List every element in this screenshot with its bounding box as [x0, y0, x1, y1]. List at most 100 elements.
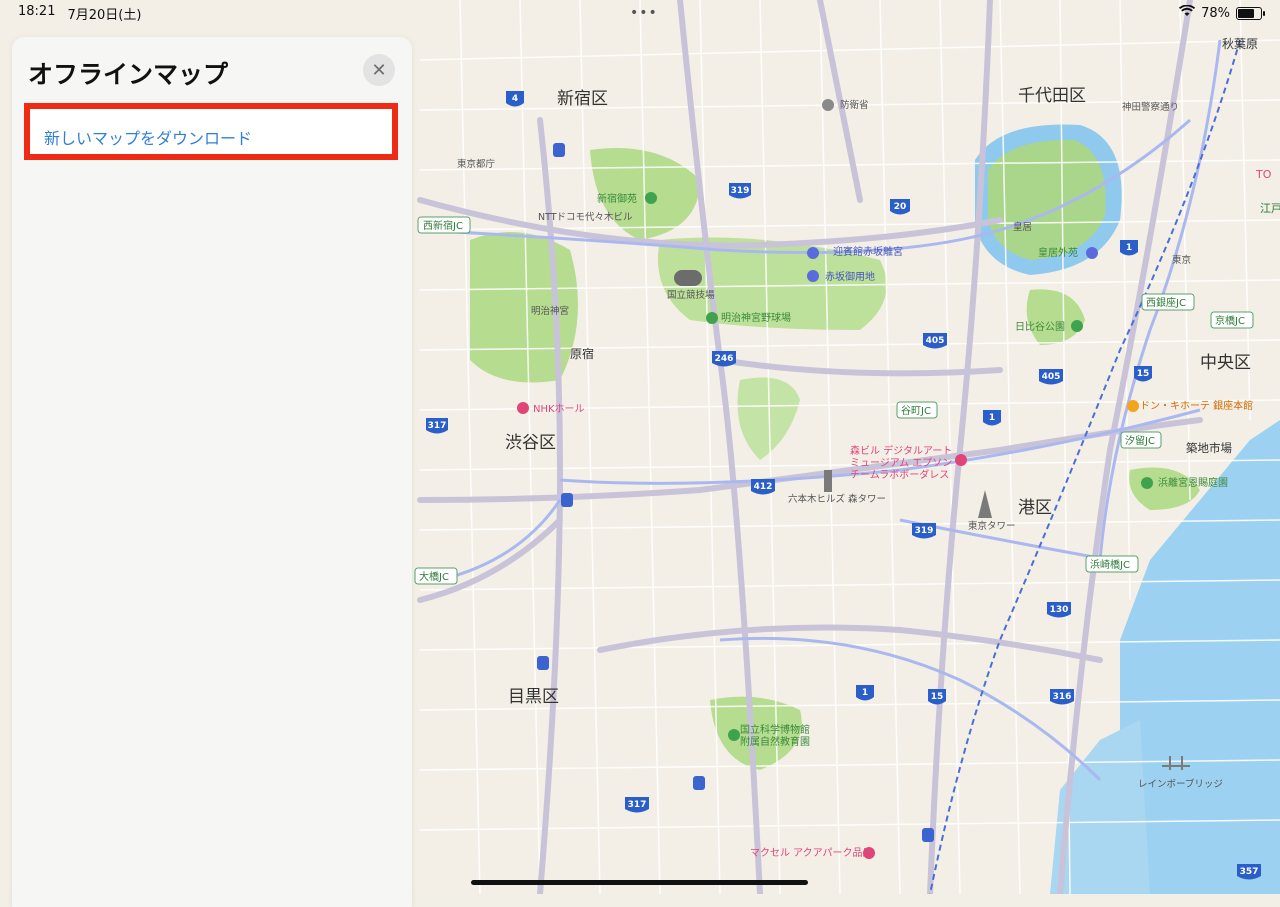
- poi-label: マクセル アクアパーク品川: [750, 847, 872, 859]
- aquarium-icon: [863, 847, 875, 859]
- ward-label-minato: 港区: [1018, 498, 1052, 518]
- home-indicator[interactable]: [471, 880, 808, 885]
- park-label-nature-line: 国立科学博物館: [740, 723, 810, 736]
- download-highlight-box: 新しいマップをダウンロード: [24, 103, 398, 160]
- place-label: 築地市場: [1186, 441, 1232, 455]
- park-label: 浜離宮恩賜庭園: [1158, 476, 1228, 489]
- place-label: 東京タワー: [968, 520, 1016, 532]
- poi-label-mori-line: ミュージアム エプソン: [850, 457, 952, 469]
- park-label: 日比谷公園: [1015, 321, 1065, 333]
- park-label: 新宿御苑: [597, 192, 637, 205]
- battery-fill: [1238, 8, 1254, 18]
- download-new-map-link[interactable]: 新しいマップをダウンロード: [44, 125, 252, 149]
- place-label: 神田警察通り: [1122, 101, 1179, 113]
- junction-label: 大橋JC: [419, 570, 449, 583]
- route-shield: 317: [428, 421, 447, 431]
- train-station-icon: [922, 828, 934, 842]
- train-station-icon: [693, 776, 705, 790]
- stadium-icon: [674, 270, 702, 286]
- ward-label-shibuya: 渋谷区: [505, 433, 556, 453]
- place-label: 原宿: [570, 346, 594, 361]
- junction-label: 汐留JC: [1125, 434, 1155, 447]
- route-shield: 1: [1126, 243, 1132, 253]
- offline-maps-panel: オフラインマップ ✕ 新しいマップをダウンロード: [12, 37, 412, 907]
- route-shield: 130: [1050, 605, 1069, 615]
- ward-label-meguro: 目黒区: [508, 687, 559, 707]
- junction-label: 浜崎橋JC: [1090, 558, 1130, 571]
- route-shield: 4: [512, 94, 518, 104]
- park-label: 皇居外苑: [1038, 246, 1078, 259]
- route-shield: 15: [1137, 369, 1150, 379]
- route-shield: 20: [894, 202, 907, 212]
- place-label: 東京: [1172, 254, 1191, 266]
- wifi-icon: [1179, 4, 1196, 21]
- place-label: 東京都庁: [457, 158, 496, 170]
- status-date: 7月20日(土): [67, 7, 142, 23]
- place-label: 秋葉原: [1222, 37, 1258, 51]
- train-station-icon: [553, 143, 565, 157]
- status-left: 18:21 7月20日(土): [0, 4, 141, 23]
- poi-label: 赤坂御用地: [825, 270, 875, 283]
- junction-label: 西銀座JC: [1146, 296, 1186, 309]
- place-label: 六本木ヒルズ 森タワー: [788, 493, 886, 505]
- place-label: 皇居: [1013, 221, 1032, 233]
- train-station-icon: [561, 493, 573, 507]
- route-shield: 412: [754, 482, 773, 492]
- battery-icon: [1236, 6, 1265, 20]
- green-park-icon: [1071, 320, 1083, 332]
- tower-icon: [824, 470, 832, 492]
- place-label: 明治神宮: [531, 305, 569, 317]
- poi-label: 迎賓館赤坂離宮: [833, 245, 903, 258]
- theater-icon: [517, 402, 529, 414]
- park-label-nature: 国立科学博物館 附属自然教育園: [740, 723, 810, 748]
- route-shield: 1: [862, 688, 868, 698]
- poi-label-mori: 森ビル デジタルアート ミュージアム エプソン チームラボボーダレス: [850, 444, 952, 481]
- place-label: 国立競技場: [667, 289, 715, 301]
- shopping-icon: [1127, 400, 1139, 412]
- poi-label: NHKホール: [533, 403, 585, 415]
- route-shield: 1: [989, 413, 995, 423]
- route-shield: 357: [1240, 867, 1259, 877]
- route-shield: 317: [628, 800, 647, 810]
- ward-label-chiyoda: 千代田区: [1018, 86, 1086, 106]
- place-label: NTTドコモ代々木ビル: [538, 211, 633, 223]
- ward-label-shinjuku: 新宿区: [557, 89, 608, 109]
- green-park-icon: [706, 312, 718, 324]
- place-label: 防衛省: [840, 99, 869, 111]
- panel-title: オフラインマップ: [28, 60, 229, 89]
- route-shield: 246: [715, 354, 734, 364]
- green-park-icon: [645, 192, 657, 204]
- route-shield: 319: [731, 186, 750, 196]
- landmark-icon: [807, 247, 819, 259]
- status-time: 18:21: [18, 3, 56, 19]
- place-label: レインボーブリッジ: [1138, 778, 1223, 790]
- status-bar: 18:21 7月20日(土) 78%: [0, 0, 1280, 26]
- park-label: 明治神宮野球場: [721, 311, 791, 324]
- status-right: 78%: [1179, 4, 1280, 21]
- junction-label: 谷町JC: [901, 405, 931, 417]
- museum-icon: [955, 454, 967, 466]
- route-shield: 405: [1042, 372, 1061, 382]
- landmark-icon: [807, 270, 819, 282]
- route-shield: 405: [926, 336, 945, 346]
- route-shield: 316: [1053, 692, 1072, 702]
- junction-label: 西新宿JC: [423, 219, 463, 232]
- battery-percentage: 78%: [1201, 5, 1230, 21]
- green-park-icon: [1141, 477, 1153, 489]
- ward-label-chuo: 中央区: [1200, 353, 1251, 373]
- poi-label-mori-line: チームラボボーダレス: [850, 468, 949, 481]
- park-label-nature-line: 附属自然教育園: [740, 735, 810, 748]
- route-shield: 319: [915, 526, 934, 536]
- poi-label: ドン・キホーテ 銀座本館: [1140, 399, 1253, 412]
- place-label-partial: 江戸: [1260, 202, 1280, 215]
- close-icon: ✕: [371, 59, 387, 81]
- route-shield: 15: [931, 692, 944, 702]
- train-station-icon: [537, 656, 549, 670]
- landmark-icon: [1086, 247, 1098, 259]
- place-label-partial: TO: [1255, 168, 1272, 181]
- green-park-icon: [728, 729, 740, 741]
- close-button[interactable]: ✕: [363, 54, 395, 86]
- poi-label-mori-line: 森ビル デジタルアート: [850, 444, 952, 457]
- junction-label: 京橋JC: [1215, 314, 1245, 327]
- government-icon: [822, 99, 834, 111]
